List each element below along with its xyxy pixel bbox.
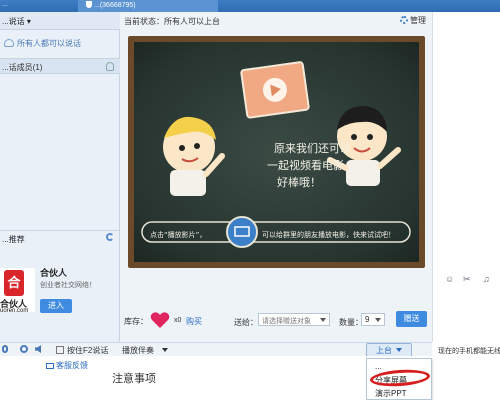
promo-title: 合伙人 [40, 268, 68, 278]
window-tab-title: ...(36668795) [94, 2, 136, 9]
person-icon[interactable] [106, 62, 114, 71]
give-to-label: 送给： [234, 318, 258, 327]
message-icon [46, 363, 54, 369]
chat-tools: ☺ ✂ ♫ [443, 274, 500, 288]
manage-label: 管理 [410, 16, 426, 25]
sidebar: ...说话 ▾ 所有人都可以说话 ...话成员(1) ...推荐 合 合伙人 u… [0, 12, 120, 342]
gear-icon [400, 16, 408, 24]
chevron-down-icon [396, 348, 402, 352]
window-tab-inactive[interactable]: ... [2, 1, 8, 8]
title-bar: ... ...(36668795) [0, 0, 500, 12]
recipient-select[interactable]: 请选择赠送对象 [258, 313, 330, 326]
play-accompaniment[interactable]: 播放伴奏 [122, 345, 168, 356]
settings-icon[interactable] [20, 345, 28, 353]
chevron-down-icon [162, 348, 168, 352]
speak-mode-dropdown[interactable]: ...说话 ▾ [0, 12, 120, 30]
feedback-label: 客服反馈 [56, 361, 88, 370]
recipient-placeholder: 请选择赠送对象 [262, 318, 311, 325]
window-tab-active[interactable]: ...(36668795) [78, 0, 218, 12]
main-area: 当前状态：所有人可以上台 管理 原来我们还可以 一起视频看电影 好棒哦！ 点击“… [120, 12, 432, 342]
heart-count: x0 [174, 317, 182, 324]
scissors-icon[interactable]: ✂ [463, 274, 471, 285]
current-status: 当前状态：所有人可以上台 [124, 17, 220, 26]
chat-panel: ☺ ✂ ♫ [432, 12, 500, 342]
onstage-label: 上台 [376, 346, 392, 355]
microphone-icon[interactable] [2, 345, 8, 353]
menu-item-present-ppt[interactable]: 演示PPT [375, 388, 407, 399]
speaker-icon[interactable] [35, 345, 41, 353]
promo-logo-domain: uoren.com [0, 308, 29, 314]
promo-logo-mark: 合 [4, 270, 24, 296]
menu-item-1[interactable]: ... [375, 362, 382, 371]
recommend-label: ...推荐 [2, 235, 25, 244]
quantity-label: 数量： [339, 318, 363, 327]
buy-link[interactable]: 购买 [186, 316, 202, 327]
chevron-down-icon [320, 318, 326, 322]
shield-icon [86, 1, 92, 8]
promo-subtitle: 创业者社交网络！ [40, 282, 96, 289]
chalkboard: 原来我们还可以 一起视频看电影 好棒哦！ 点击“播放影片”， 可以给群里的朋友播… [134, 42, 419, 262]
music-icon[interactable]: ♫ [483, 274, 490, 284]
board-hint-right: 可以给群里的朋友播放电影，快来试试吧！ [262, 231, 395, 239]
members-header[interactable]: ...话成员(1) [0, 58, 120, 74]
side-note: 现在的手机都能无线... [438, 348, 500, 355]
manage-button[interactable]: 管理 [400, 15, 426, 26]
quantity-value: 9 [365, 315, 370, 324]
push-to-talk[interactable]: 按住F2说话 [56, 345, 108, 356]
status-row: 当前状态：所有人可以上台 管理 [120, 12, 432, 30]
board-text-line1: 原来我们还可以 [274, 142, 351, 155]
notes-heading: 注意事项 [112, 373, 156, 385]
refresh-icon[interactable] [106, 233, 114, 241]
everyone-can-speak[interactable]: 所有人都可以说话 [0, 38, 120, 52]
checkbox-icon [56, 346, 64, 354]
chevron-down-icon [375, 318, 381, 322]
emoji-icon[interactable]: ☺ [445, 274, 454, 284]
quantity-select[interactable]: 9 [361, 313, 385, 326]
accompaniment-label: 播放伴奏 [122, 346, 154, 355]
board-hint-left: 点击“播放影片”， [150, 231, 207, 239]
feedback-link[interactable]: 客服反馈 [46, 360, 88, 371]
heart-icon[interactable] [150, 311, 170, 329]
promo-logo[interactable]: 合 合伙人 uoren.com [0, 268, 35, 314]
group-icon [4, 39, 14, 47]
board-text-line2: 一起视频看电影 [267, 159, 344, 172]
board-text-line3: 好棒哦！ [277, 176, 321, 189]
chalkboard-frame: 原来我们还可以 一起视频看电影 好棒哦！ 点击“播放影片”， 可以给群里的朋友播… [128, 36, 425, 268]
push-to-talk-label: 按住F2说话 [67, 346, 109, 355]
members-label: ...话成员(1) [2, 63, 43, 72]
stock-label: 库存： [124, 317, 148, 326]
gift-row: 库存： x0 购买 送给： 请选择赠送对象 数量： 9 赠送 [120, 274, 432, 328]
give-button[interactable]: 赠送 [396, 311, 427, 327]
promo-enter-button[interactable]: 进入 [40, 299, 72, 313]
recommend-header: ...推荐 [0, 230, 120, 244]
everyone-can-speak-label: 所有人都可以说话 [17, 39, 81, 48]
